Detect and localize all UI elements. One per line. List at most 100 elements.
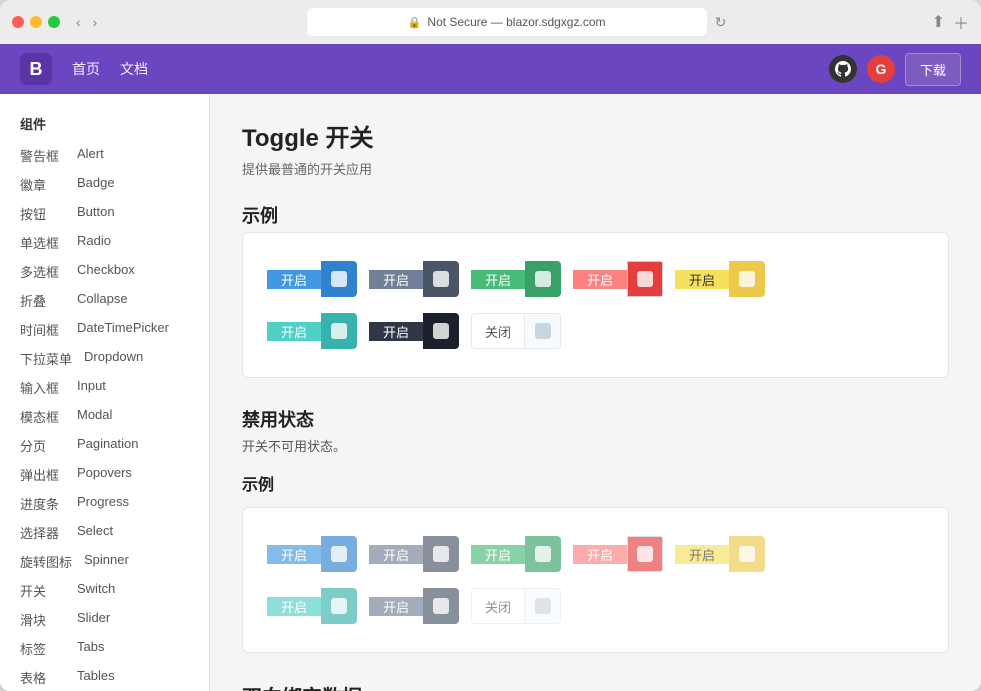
nav-docs[interactable]: 文档 [120, 59, 148, 79]
sidebar-item-button[interactable]: 按钮 Button [0, 199, 209, 228]
toggle-cyan[interactable]: 开启 [267, 313, 357, 349]
new-tab-button[interactable]: ＋ [953, 10, 969, 34]
address-bar[interactable]: 🔒 Not Secure — blazor.sdgxgz.com [307, 8, 707, 36]
maximize-button[interactable] [48, 16, 60, 28]
main-nav: 首页 文档 [72, 59, 148, 79]
close-button[interactable] [12, 16, 24, 28]
toggle-green-label: 开启 [471, 270, 525, 289]
toggle-off[interactable]: 关闭 [471, 313, 561, 349]
download-button[interactable]: 下载 [905, 53, 961, 86]
page-title: Toggle 开关 [242, 118, 949, 153]
sidebar-item-spinner[interactable]: 旋转图标 Spinner [0, 547, 209, 576]
minimize-button[interactable] [30, 16, 42, 28]
browser-nav-buttons: ‹ › [72, 12, 101, 32]
back-button[interactable]: ‹ [72, 12, 85, 32]
disabled-toggle-row-2: 开启 开启 关闭 [267, 588, 924, 624]
sidebar-item-slider[interactable]: 滑块 Slider [0, 605, 209, 634]
app-window: B 首页 文档 G 下载 组件 警告框 [0, 44, 981, 691]
section3-title: 双向绑定数据 [242, 681, 949, 691]
sidebar-section-title: 组件 [0, 110, 209, 141]
toggle-yellow-handle [729, 261, 765, 297]
disabled-toggle-gray2-label: 开启 [369, 597, 423, 616]
disabled-toggle-blue-label: 开启 [267, 545, 321, 564]
traffic-lights [12, 16, 60, 28]
toggle-red[interactable]: 开启 [573, 261, 663, 297]
sidebar-item-tables[interactable]: 表格 Tables [0, 663, 209, 691]
section2-example-title: 示例 [242, 471, 949, 495]
sidebar-item-pagination[interactable]: 分页 Pagination [0, 431, 209, 460]
sidebar-item-select[interactable]: 选择器 Select [0, 518, 209, 547]
toggle-blue[interactable]: 开启 [267, 261, 357, 297]
sidebar-item-tabs[interactable]: 标签 Tabs [0, 634, 209, 663]
disabled-toggle-green-handle [525, 536, 561, 572]
toggle-off-handle [524, 313, 560, 349]
sidebar-item-alert[interactable]: 警告框 Alert [0, 141, 209, 170]
toggle-dark-handle [423, 313, 459, 349]
browser-actions: ⬆ ＋ [932, 10, 969, 34]
share-button[interactable]: ⬆ [932, 12, 945, 32]
nav-home[interactable]: 首页 [72, 59, 100, 79]
sidebar-item-popovers[interactable]: 弹出框 Popovers [0, 460, 209, 489]
sidebar-item-switch[interactable]: 开关 Switch [0, 576, 209, 605]
github-icon[interactable] [829, 55, 857, 83]
sidebar-item-datetimepicker[interactable]: 时间框 DateTimePicker [0, 315, 209, 344]
section2-title: 禁用状态 [242, 406, 949, 432]
toggle-off-label: 关闭 [472, 322, 524, 341]
disabled-toggle-gray: 开启 [369, 536, 459, 572]
toggle-dark-label: 开启 [369, 322, 423, 341]
disabled-toggle-red-handle [627, 536, 663, 572]
gitee-icon[interactable]: G [867, 55, 895, 83]
toggle-yellow[interactable]: 开启 [675, 261, 765, 297]
disabled-toggle-gray-label: 开启 [369, 545, 423, 564]
disabled-toggle-cyan: 开启 [267, 588, 357, 624]
disabled-toggle-cyan-handle [321, 588, 357, 624]
sidebar-item-badge[interactable]: 徽章 Badge [0, 170, 209, 199]
disabled-toggle-gray2-handle [423, 588, 459, 624]
sidebar-item-progress[interactable]: 进度条 Progress [0, 489, 209, 518]
disabled-toggle-yellow-label: 开启 [675, 545, 729, 564]
toggle-green[interactable]: 开启 [471, 261, 561, 297]
toggle-red-handle [627, 261, 663, 297]
sidebar-item-radio[interactable]: 单选框 Radio [0, 228, 209, 257]
disabled-toggle-yellow-handle [729, 536, 765, 572]
toggle-cyan-label: 开启 [267, 322, 321, 341]
toggle-gray-label: 开启 [369, 270, 423, 289]
disabled-toggle-blue-handle [321, 536, 357, 572]
demo-box-2: 开启 开启 开启 开启 [242, 507, 949, 653]
toggle-cyan-handle [321, 313, 357, 349]
sidebar-item-checkbox[interactable]: 多选框 Checkbox [0, 257, 209, 286]
toggle-blue-handle [321, 261, 357, 297]
toggle-dark[interactable]: 开启 [369, 313, 459, 349]
sidebar-item-input[interactable]: 输入框 Input [0, 373, 209, 402]
disabled-toggle-red-label: 开启 [573, 545, 627, 564]
address-text: Not Secure — blazor.sdgxgz.com [427, 15, 605, 29]
page-content: Toggle 开关 提供最普通的开关应用 示例 开启 开启 [210, 94, 981, 691]
disabled-toggle-red: 开启 [573, 536, 663, 572]
sidebar: 组件 警告框 Alert 徽章 Badge 按钮 Button 单选框 Radi… [0, 94, 210, 691]
brand-logo[interactable]: B [20, 53, 52, 85]
disabled-toggle-green-label: 开启 [471, 545, 525, 564]
lock-icon: 🔒 [408, 16, 422, 29]
toggle-yellow-label: 开启 [675, 270, 729, 289]
sidebar-item-dropdown[interactable]: 下拉菜单 Dropdown [0, 344, 209, 373]
section1-title: 示例 [242, 202, 949, 228]
toggle-row-1: 开启 开启 开启 [267, 261, 924, 297]
demo-box-1: 开启 开启 开启 [242, 232, 949, 378]
address-bar-container: 🔒 Not Secure — blazor.sdgxgz.com ↻ [109, 8, 923, 36]
toggle-green-handle [525, 261, 561, 297]
disabled-toggle-off-handle [524, 588, 560, 624]
section2-desc: 开关不可用状态。 [242, 436, 949, 455]
forward-button[interactable]: › [89, 12, 102, 32]
sidebar-item-collapse[interactable]: 折叠 Collapse [0, 286, 209, 315]
reload-button[interactable]: ↻ [715, 14, 727, 31]
page-subtitle: 提供最普通的开关应用 [242, 159, 949, 178]
toggle-row-2: 开启 开启 关闭 [267, 313, 924, 349]
toggle-gray[interactable]: 开启 [369, 261, 459, 297]
disabled-toggle-gray2: 开启 [369, 588, 459, 624]
disabled-toggle-blue: 开启 [267, 536, 357, 572]
toggle-blue-label: 开启 [267, 270, 321, 289]
header-icons: G 下载 [829, 53, 961, 86]
sidebar-item-modal[interactable]: 模态框 Modal [0, 402, 209, 431]
disabled-toggle-gray-handle [423, 536, 459, 572]
disabled-toggle-row-1: 开启 开启 开启 开启 [267, 536, 924, 572]
